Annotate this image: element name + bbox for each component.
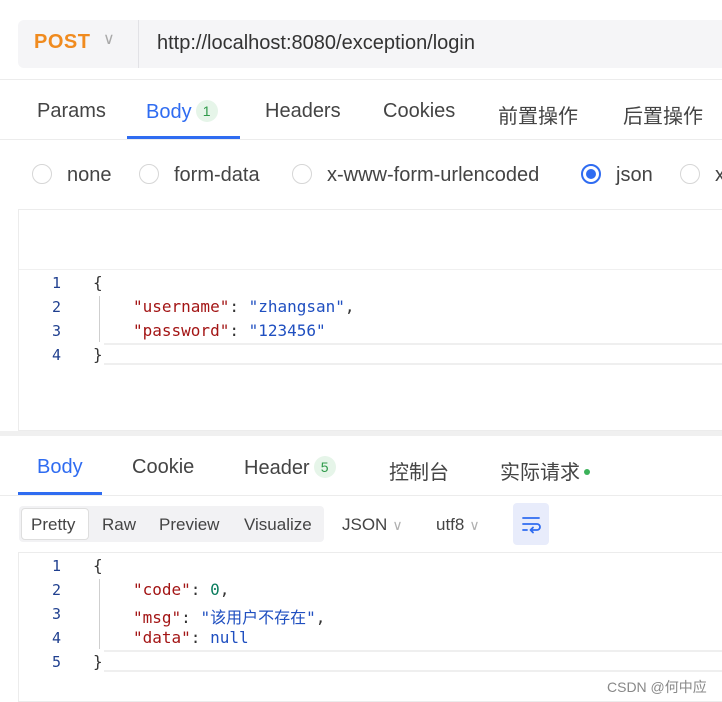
line-number: 1 <box>51 274 61 292</box>
radio-form-data[interactable] <box>139 164 159 184</box>
radio-form-data-label[interactable]: form-data <box>174 164 260 187</box>
tab-body-label: Body <box>146 101 192 123</box>
divider <box>0 495 722 496</box>
current-line-highlight <box>104 343 722 365</box>
code-line: { <box>93 556 103 575</box>
json-key: "password" <box>133 321 230 340</box>
url-separator <box>138 20 139 68</box>
json-comma: , <box>344 297 355 316</box>
chevron-down-icon[interactable]: ∨ <box>103 29 115 49</box>
code-line: } <box>93 652 103 671</box>
json-key: "msg" <box>133 608 182 627</box>
view-mode-preview[interactable]: Preview <box>159 515 219 535</box>
response-tab-body[interactable]: Body <box>37 456 83 479</box>
line-number: 4 <box>51 629 61 647</box>
radio-none[interactable] <box>32 164 52 184</box>
tab-pre-operations[interactable]: 前置操作 <box>498 100 578 129</box>
view-mode-raw[interactable]: Raw <box>102 515 136 535</box>
response-tab-actual-request[interactable]: 实际请求 <box>500 456 590 485</box>
line-number: 4 <box>51 346 61 364</box>
radio-none-label[interactable]: none <box>67 164 112 187</box>
url-input[interactable]: http://localhost:8080/exception/login <box>157 32 475 55</box>
radio-x-label[interactable]: x <box>715 164 722 187</box>
panel-splitter[interactable] <box>0 431 722 436</box>
code-line: "password": "123456" <box>133 321 326 340</box>
radio-x-www-form-urlencoded[interactable] <box>292 164 312 184</box>
view-mode-visualize[interactable]: Visualize <box>244 515 312 535</box>
method-select[interactable]: POST <box>34 31 90 54</box>
json-string: "zhangsan" <box>248 297 345 316</box>
line-number: 2 <box>51 298 61 316</box>
tab-post-operations[interactable]: 后置操作 <box>623 100 703 129</box>
json-key: "data" <box>133 628 191 647</box>
word-wrap-icon <box>522 517 541 534</box>
response-tab-actual-request-label: 实际请求 <box>500 462 580 484</box>
response-tab-cookie[interactable]: Cookie <box>132 456 194 479</box>
status-dot <box>584 469 590 475</box>
line-number: 3 <box>51 322 61 340</box>
radio-json[interactable] <box>581 164 601 184</box>
code-line: "username": "zhangsan", <box>133 297 355 316</box>
code-line: } <box>93 345 103 364</box>
line-number: 1 <box>51 557 61 575</box>
divider <box>0 79 722 80</box>
request-body-editor[interactable] <box>18 209 722 431</box>
tab-params[interactable]: Params <box>37 100 106 123</box>
code-line: "msg": "该用户不存在", <box>133 608 326 627</box>
indent-guide <box>99 579 100 649</box>
response-tab-header-label: Header <box>244 457 310 479</box>
encoding-select-value: utf8 <box>436 515 465 534</box>
encoding-select[interactable]: utf8 ∨ <box>436 515 480 535</box>
line-number: 2 <box>51 581 61 599</box>
word-wrap-button[interactable] <box>513 503 549 545</box>
line-number: 5 <box>51 653 61 671</box>
code-line: { <box>93 273 103 292</box>
json-number: 0 <box>210 580 220 599</box>
view-mode-pretty[interactable]: Pretty <box>31 515 75 535</box>
chevron-down-icon: ∨ <box>469 517 480 533</box>
json-key: "code" <box>133 580 191 599</box>
response-tab-header-badge: 5 <box>313 456 336 478</box>
format-select-value: JSON <box>342 515 388 534</box>
tab-body[interactable]: Body 1 <box>146 100 218 124</box>
divider <box>0 139 722 140</box>
watermark: CSDN @何中应 <box>607 679 707 695</box>
code-line: "code": 0, <box>133 580 230 599</box>
tab-body-badge: 1 <box>195 100 218 122</box>
radio-json-label[interactable]: json <box>616 164 653 187</box>
current-line-highlight <box>104 650 722 672</box>
indent-guide <box>99 296 100 342</box>
tab-cookies[interactable]: Cookies <box>383 100 455 123</box>
tab-headers[interactable]: Headers <box>265 100 341 123</box>
json-string: "123456" <box>248 321 326 340</box>
line-number: 3 <box>51 605 61 623</box>
radio-x-www-form-urlencoded-label[interactable]: x-www-form-urlencoded <box>327 164 539 187</box>
code-line: "data": null <box>133 628 249 647</box>
radio-x[interactable] <box>680 164 700 184</box>
editor-divider <box>19 269 722 270</box>
json-string: "该用户不存在" <box>200 608 316 627</box>
response-tab-header[interactable]: Header 5 <box>244 456 336 480</box>
response-tab-console[interactable]: 控制台 <box>389 456 449 485</box>
chevron-down-icon: ∨ <box>392 517 403 533</box>
json-null: null <box>210 628 249 647</box>
json-key: "username" <box>133 297 230 316</box>
format-select[interactable]: JSON ∨ <box>342 515 403 535</box>
